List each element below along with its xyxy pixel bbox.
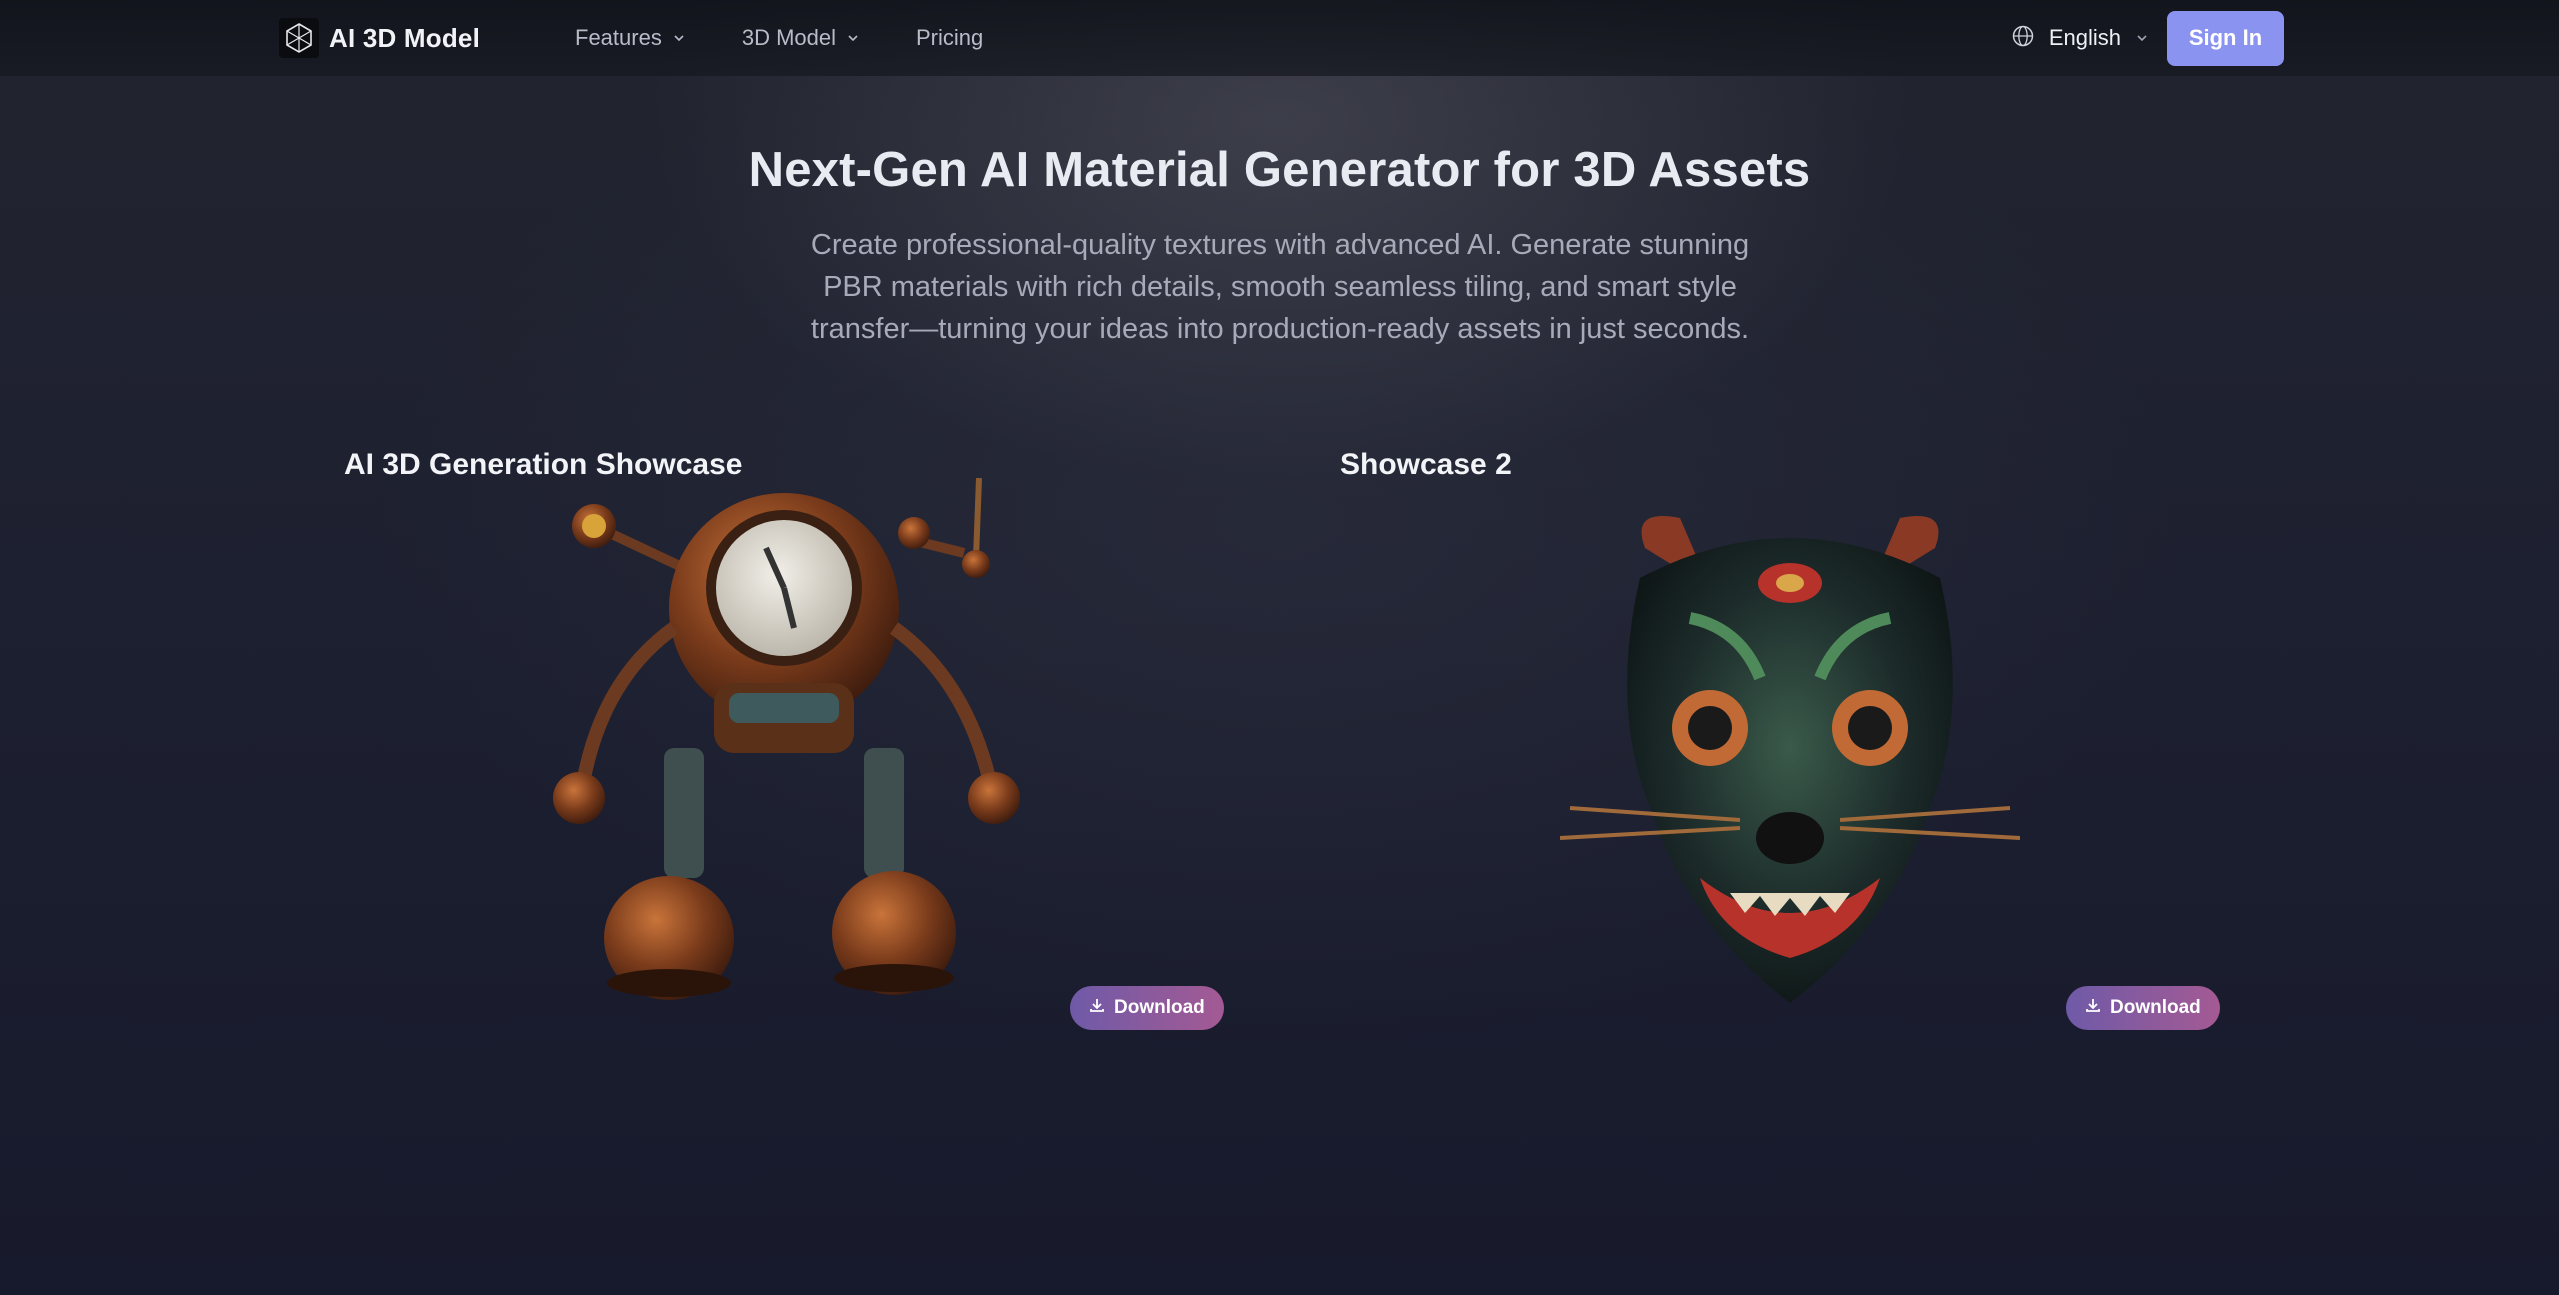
hero-title: Next-Gen AI Material Generator for 3D As… (748, 143, 1811, 197)
chevron-down-icon (2135, 31, 2149, 45)
menu-pricing-label: Pricing (915, 25, 984, 50)
tiger-mask-model-icon[interactable] (1559, 508, 2021, 1018)
top-navbar: AI 3D Model Features 3D Model Pricing En… (0, 0, 2559, 76)
menu-pricing[interactable]: Pricing (916, 25, 983, 51)
download-icon (2085, 997, 2101, 1019)
globe-icon (2011, 24, 2035, 53)
sign-in-button[interactable]: Sign In (2167, 10, 2284, 66)
main-menu: Features 3D Model Pricing (575, 25, 983, 51)
download-label: Download (1114, 997, 1205, 1018)
download-button-2[interactable]: Download (2066, 986, 2220, 1030)
clock-robot-model-icon[interactable] (544, 477, 1034, 1028)
download-button-1[interactable]: Download (1070, 986, 1224, 1030)
download-label: Download (2110, 997, 2201, 1018)
showcase-card-2: Showcase 2 Download (1340, 448, 2340, 1048)
language-selector[interactable]: English (2011, 24, 2149, 53)
showcase-card-1: AI 3D Generation Showcase Download (344, 448, 1344, 1048)
hero-subtitle: Create professional-quality textures wit… (810, 229, 1750, 345)
showcase-1-title: AI 3D Generation Showcase (344, 448, 743, 481)
showcase-2-title: Showcase 2 (1340, 448, 1512, 481)
cube-logo-icon (279, 18, 319, 58)
menu-features[interactable]: Features (575, 25, 686, 51)
logo[interactable]: AI 3D Model (279, 18, 480, 58)
chevron-down-icon (672, 31, 686, 45)
language-label: English (2048, 25, 2121, 50)
logo-text: AI 3D Model (329, 22, 480, 53)
menu-3d-model[interactable]: 3D Model (742, 25, 860, 51)
menu-features-label: Features (575, 25, 662, 50)
chevron-down-icon (846, 31, 860, 45)
menu-3d-model-label: 3D Model (741, 25, 836, 50)
download-icon (1089, 997, 1105, 1019)
